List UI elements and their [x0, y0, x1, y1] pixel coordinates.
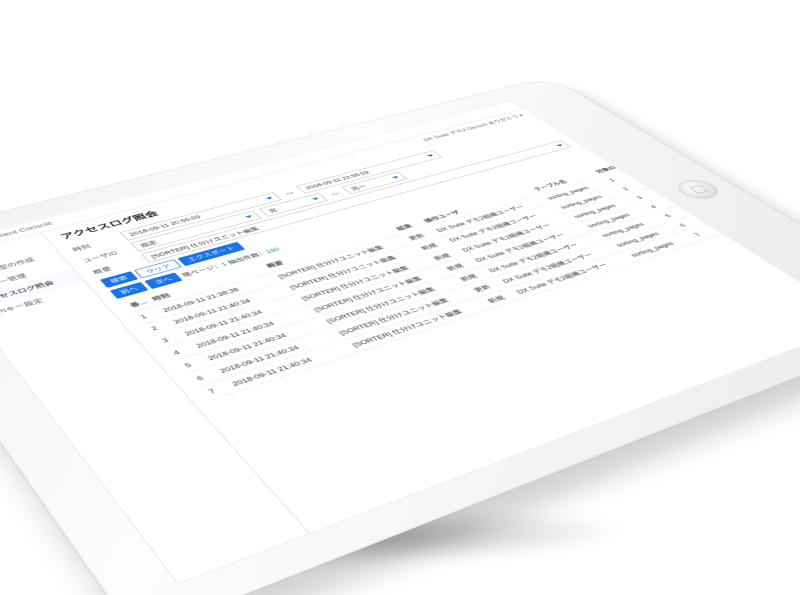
- cell-summary: [SORTER] 仕分けユニット編集: [341, 298, 491, 354]
- cell-time: 2018-09-11 21:40:34: [197, 317, 328, 366]
- sidebar-item-label: APIキー設定: [0, 298, 45, 318]
- cell-summary: [SORTER] 仕分けユニット編集: [316, 276, 464, 329]
- time-range-tilde: 〜: [280, 189, 298, 197]
- cell-num: 7: [197, 380, 233, 401]
- cell-num: 3: [151, 330, 185, 349]
- cell-num: 4: [163, 342, 197, 361]
- pager-count: 180: [264, 246, 281, 254]
- cell-num: 6: [185, 367, 220, 387]
- cell-num: 5: [174, 354, 209, 374]
- cell-summary: [SORTER] 仕分けユニット編集: [328, 287, 477, 341]
- cell-num: 1: [130, 307, 163, 325]
- search-button[interactable]: 検索: [100, 271, 138, 288]
- match-tilde: 〜: [326, 189, 344, 197]
- prev-page-button[interactable]: 前へ: [110, 282, 149, 299]
